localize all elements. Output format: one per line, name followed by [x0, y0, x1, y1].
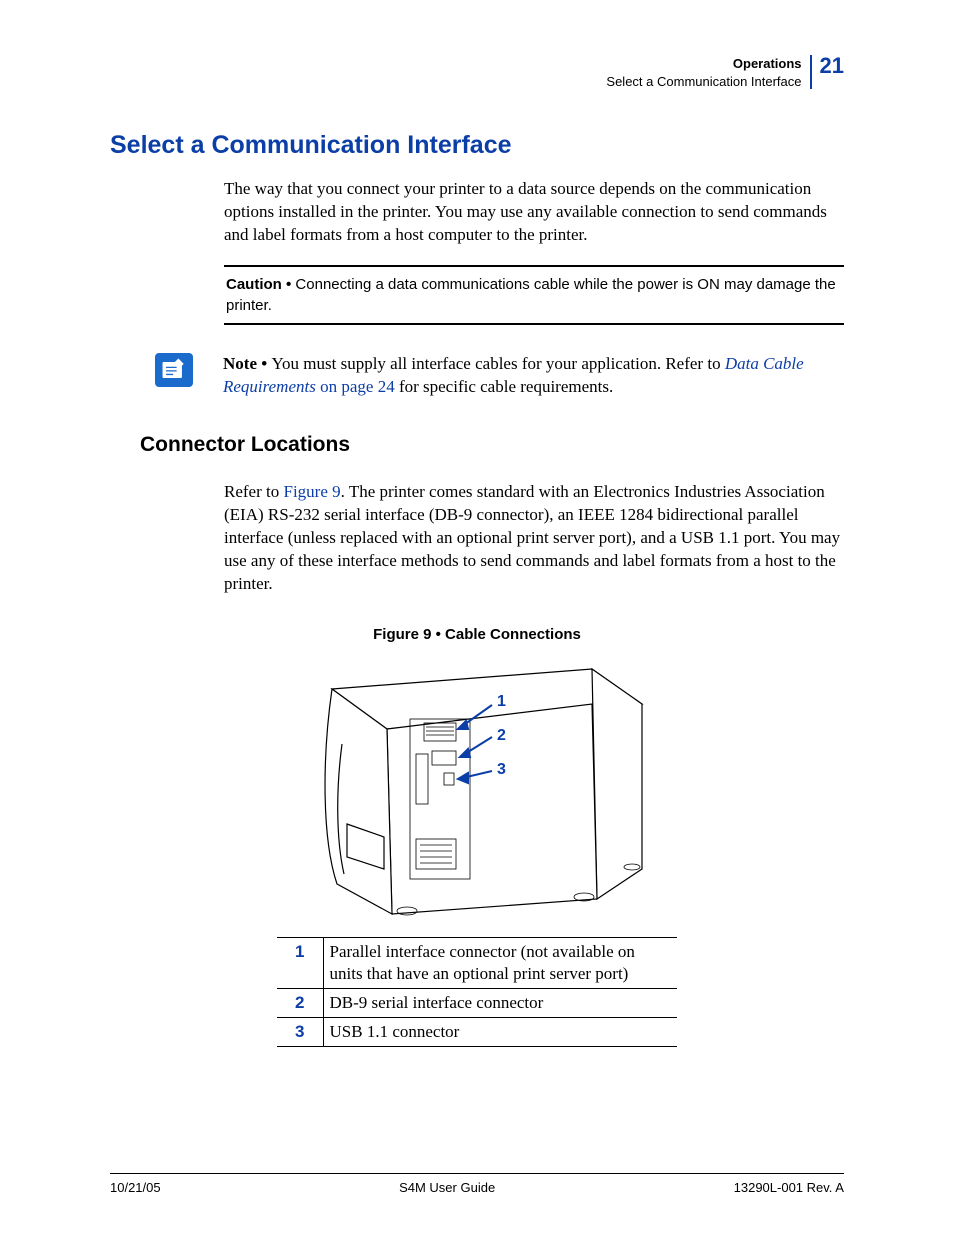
figure-caption: Figure 9 • Cable Connections	[110, 626, 844, 643]
callout-1: 1	[497, 693, 506, 711]
note-row: Note • You must supply all interface cab…	[155, 353, 844, 399]
legend-desc: USB 1.1 connector	[323, 1018, 677, 1047]
para-before-ref: Refer to	[224, 482, 283, 501]
table-row: 2 DB-9 serial interface connector	[277, 988, 677, 1017]
note-label: Note •	[223, 354, 271, 373]
connector-paragraph: Refer to Figure 9. The printer comes sta…	[224, 481, 844, 596]
note-text: Note • You must supply all interface cab…	[223, 353, 844, 399]
caution-box: Caution • Connecting a data communicatio…	[224, 265, 844, 325]
header-section: Select a Communication Interface	[606, 73, 801, 91]
legend-num: 2	[277, 988, 323, 1017]
note-after-link: for specific cable requirements.	[395, 377, 614, 396]
figure-reference[interactable]: Figure 9	[283, 482, 340, 501]
caution-label: Caution •	[226, 276, 295, 293]
callout-2: 2	[497, 727, 506, 745]
page-title: Select a Communication Interface	[110, 131, 844, 160]
legend-desc: DB-9 serial interface connector	[323, 988, 677, 1017]
subsection-title: Connector Locations	[140, 433, 844, 457]
note-icon	[155, 353, 193, 387]
footer-title: S4M User Guide	[399, 1180, 495, 1195]
footer-docnum: 13290L-001 Rev. A	[734, 1180, 844, 1195]
legend-desc: Parallel interface connector (not availa…	[323, 937, 677, 988]
figure-cable-connections: 1 2 3	[292, 659, 662, 919]
legend-num: 3	[277, 1018, 323, 1047]
table-row: 3 USB 1.1 connector	[277, 1018, 677, 1047]
header-text: Operations Select a Communication Interf…	[606, 55, 801, 91]
note-before-link: You must supply all interface cables for…	[271, 354, 724, 373]
legend-table: 1 Parallel interface connector (not avai…	[277, 937, 677, 1047]
caution-text: Connecting a data communications cable w…	[226, 276, 836, 314]
note-link-tail[interactable]: on page 24	[316, 377, 395, 396]
header-divider	[810, 55, 812, 89]
page-footer: 10/21/05 S4M User Guide 13290L-001 Rev. …	[110, 1173, 844, 1195]
callout-3: 3	[497, 761, 506, 779]
header-chapter: Operations	[606, 55, 801, 73]
footer-date: 10/21/05	[110, 1180, 161, 1195]
page-number: 21	[820, 55, 844, 77]
page-header: Operations Select a Communication Interf…	[110, 55, 844, 91]
legend-num: 1	[277, 937, 323, 988]
table-row: 1 Parallel interface connector (not avai…	[277, 937, 677, 988]
intro-paragraph: The way that you connect your printer to…	[224, 178, 844, 247]
